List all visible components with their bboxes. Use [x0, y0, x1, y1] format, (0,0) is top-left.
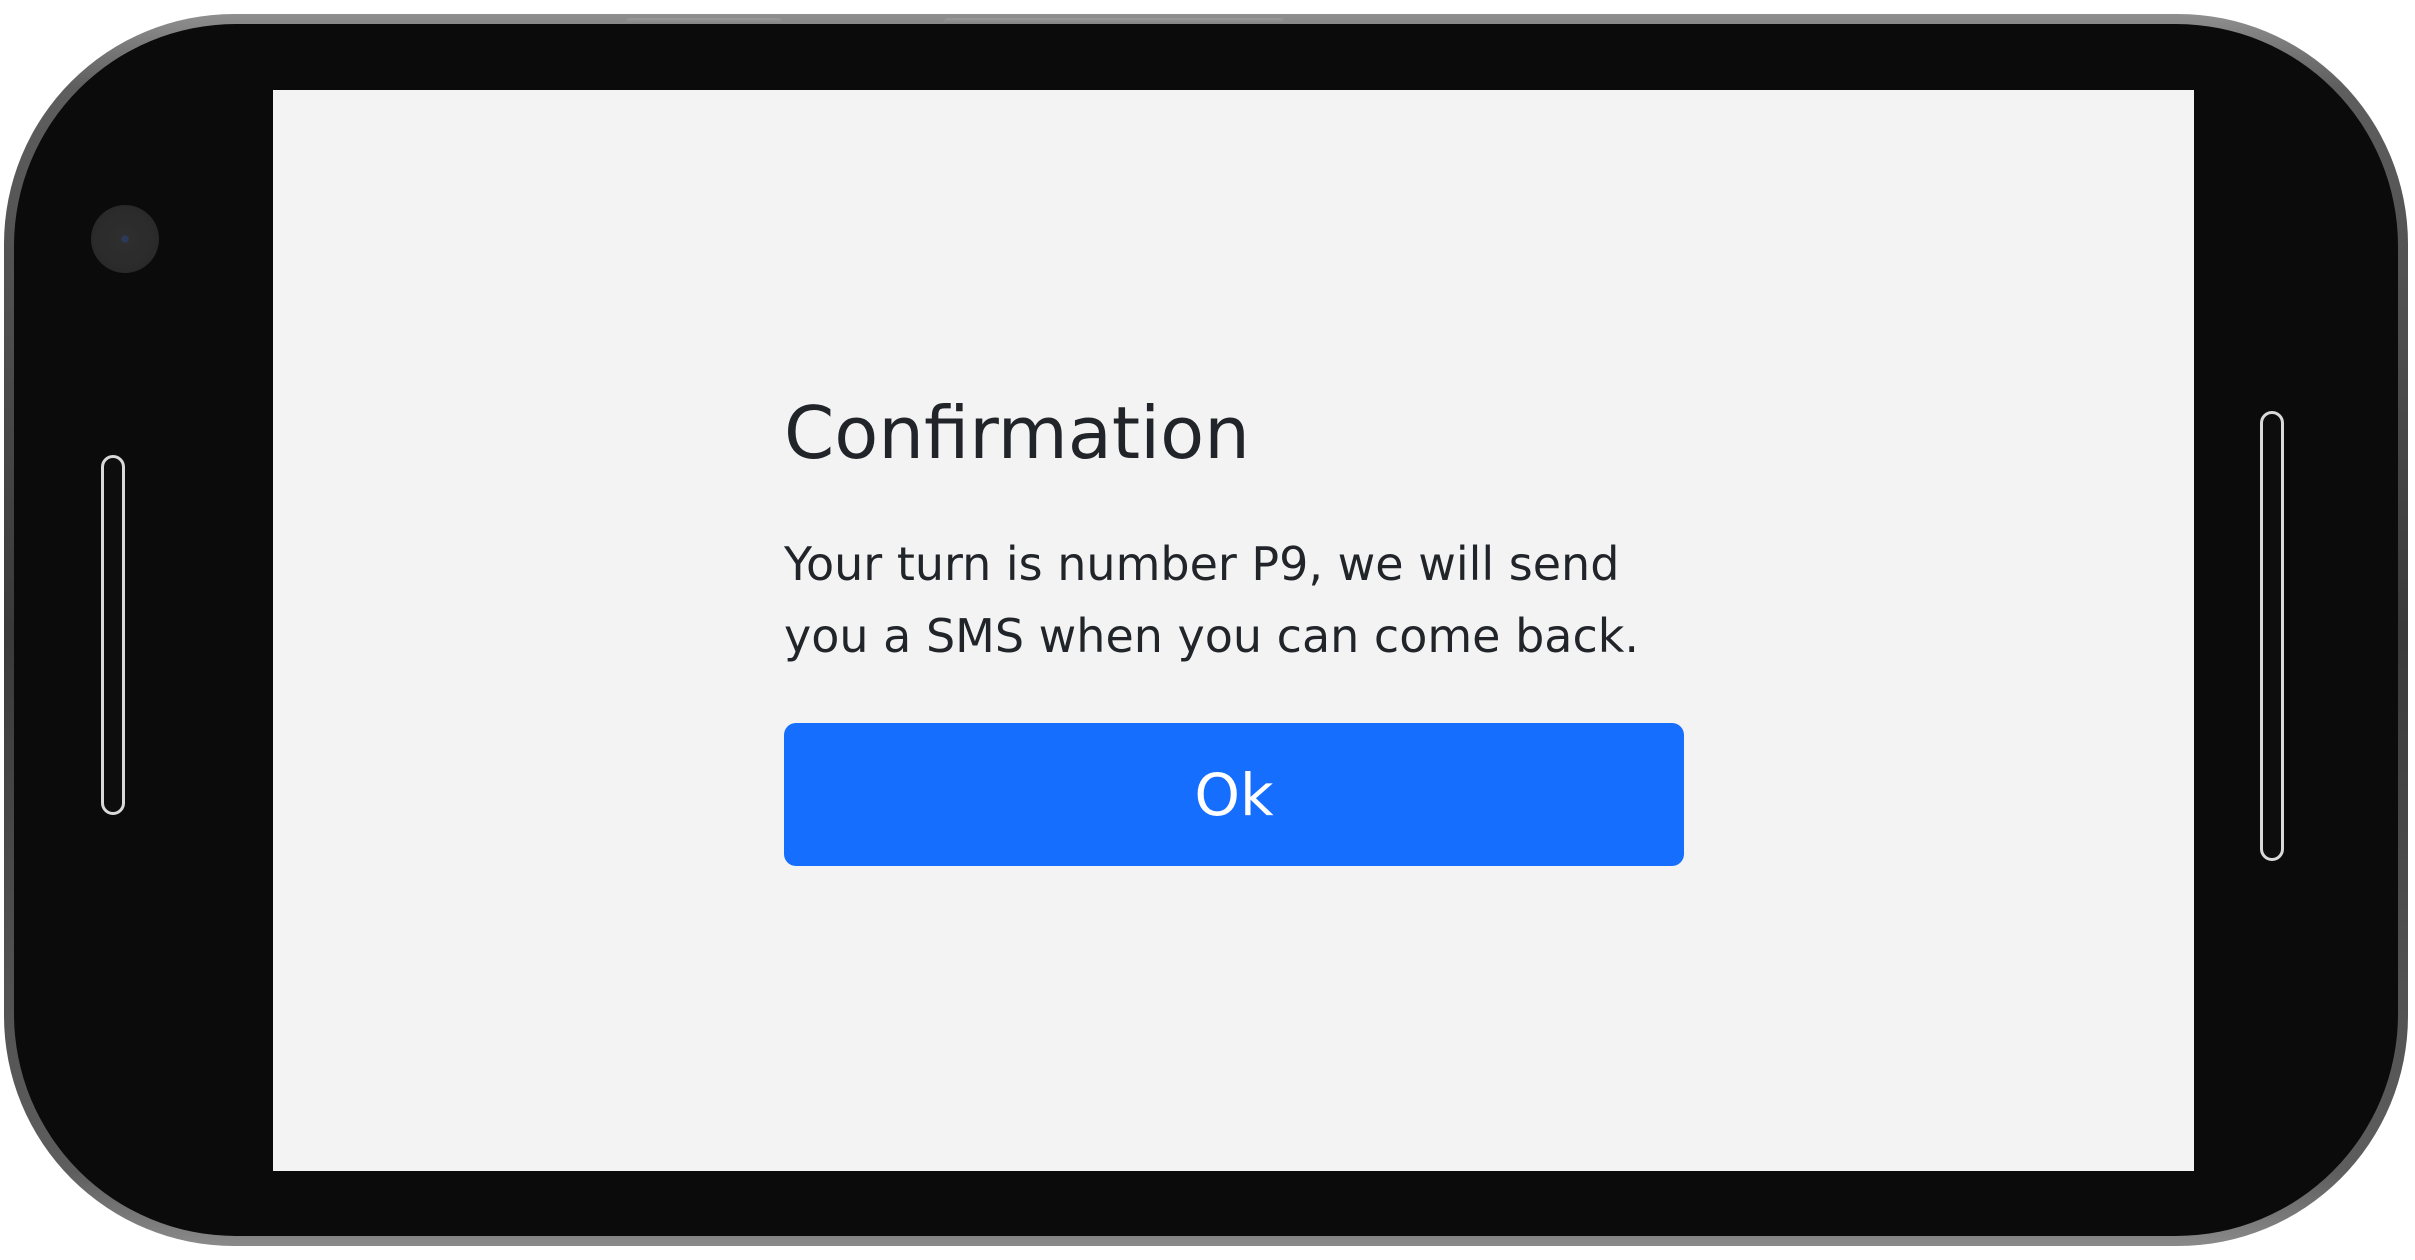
- ok-button[interactable]: Ok: [784, 723, 1684, 866]
- left-speaker-grille: [101, 455, 125, 815]
- dialog-message: Your turn is number P9, we will send you…: [784, 537, 1640, 664]
- front-camera: [91, 205, 159, 273]
- app-screen: Confirmation Your turn is number P9, we …: [273, 90, 2194, 1171]
- dialog-title: Confirmation: [784, 391, 1250, 475]
- confirmation-dialog: Confirmation Your turn is number P9, we …: [784, 390, 1684, 672]
- right-speaker-grille: [2260, 411, 2284, 861]
